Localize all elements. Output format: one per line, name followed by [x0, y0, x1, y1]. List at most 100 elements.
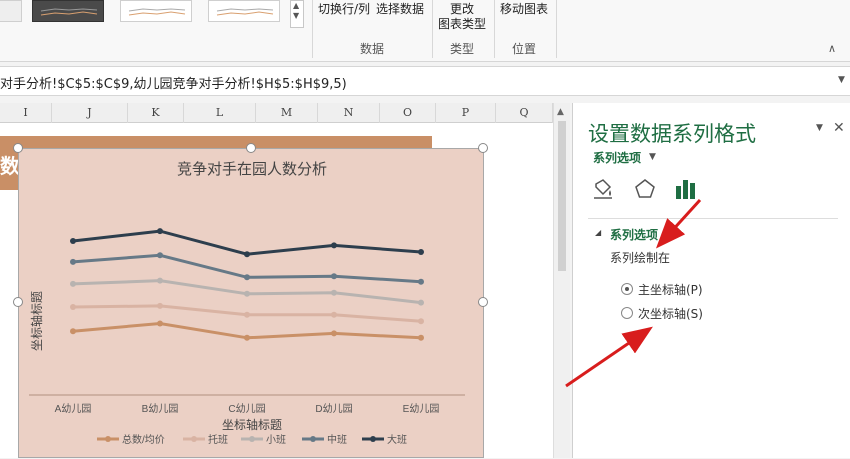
data-point[interactable] [244, 334, 250, 341]
data-point[interactable] [331, 330, 337, 337]
pane-title: 设置数据系列格式 [588, 122, 756, 146]
change-chart-type-button[interactable]: 更改 图表类型 [438, 2, 486, 32]
resize-handle[interactable] [13, 143, 23, 153]
data-point[interactable] [331, 311, 337, 318]
x-tick-label: C幼儿园 [228, 402, 265, 415]
fill-line-icon[interactable] [591, 177, 615, 201]
column-header[interactable]: L [184, 103, 256, 123]
data-point[interactable] [331, 289, 337, 296]
series-line[interactable] [72, 229, 422, 256]
secondary-axis-label[interactable]: 次坐标轴(S) [638, 305, 703, 322]
data-point[interactable] [70, 258, 76, 265]
data-point[interactable] [244, 290, 250, 297]
chevron-down-icon[interactable]: ▼ [816, 123, 823, 133]
close-icon[interactable]: ✕ [833, 120, 845, 136]
data-point[interactable] [157, 320, 163, 327]
data-group-label: 数据 [360, 42, 385, 56]
column-header[interactable]: P [436, 103, 496, 123]
x-tick-label: A幼儿园 [55, 402, 92, 415]
data-point[interactable] [418, 318, 424, 325]
chart-style-thumbnail[interactable] [120, 0, 192, 22]
resize-handle[interactable] [13, 297, 23, 307]
data-point[interactable] [244, 274, 250, 281]
y-axis-title[interactable]: 坐标轴标题 [29, 291, 44, 351]
data-point[interactable] [70, 328, 76, 335]
secondary-axis-radio[interactable] [621, 307, 633, 319]
series-options-icon[interactable] [673, 177, 697, 201]
chart-style-thumbnail[interactable] [208, 0, 280, 22]
chevron-up-icon[interactable]: ▲ [557, 107, 564, 117]
data-point[interactable] [418, 299, 424, 306]
ribbon-separator [432, 0, 433, 58]
plot-series-on-label: 系列绘制在 [610, 251, 671, 265]
resize-handle[interactable] [478, 297, 488, 307]
series-options-dropdown[interactable]: 系列选项 [593, 149, 641, 166]
x-tick-labels: A幼儿园 B幼儿园 C幼儿园 D幼儿园 E幼儿园 [55, 402, 440, 415]
data-point[interactable] [157, 302, 163, 309]
gallery-scroll-button[interactable]: ▲ ▼ [290, 0, 304, 28]
data-point[interactable] [70, 304, 76, 310]
pane-divider [588, 218, 838, 219]
column-header[interactable]: N [318, 103, 380, 123]
header-banner-text: 数 [0, 150, 18, 190]
column-header[interactable]: O [380, 103, 436, 123]
ribbon-separator [556, 0, 557, 58]
vertical-scrollbar[interactable]: ▲ [553, 103, 570, 458]
chevron-down-icon[interactable]: ▼ [649, 152, 656, 162]
x-tick-label: E幼儿园 [403, 402, 440, 415]
primary-axis-label[interactable]: 主坐标轴(P) [638, 281, 703, 298]
change-chart-type-label-line2: 图表类型 [438, 17, 487, 31]
ribbon: ▲ ▼ 切换行/列 选择数据 数据 更改 图表类型 类型 移动图表 位置 ∧ [0, 0, 850, 62]
data-point[interactable] [244, 251, 250, 258]
legend-label[interactable]: 总数/均价 [122, 433, 165, 446]
format-data-series-pane: 设置数据系列格式 ▼ ✕ 系列选项 ▼ ◢ 系列选项 系列绘制在 主坐标轴(P)… [573, 103, 850, 458]
select-data-button[interactable]: 选择数据 [376, 2, 424, 17]
scrollbar-thumb[interactable] [558, 121, 566, 271]
data-point[interactable] [157, 277, 163, 284]
chevron-down-icon[interactable]: ▼ [293, 11, 299, 20]
x-axis-title[interactable]: 坐标轴标题 [222, 417, 282, 432]
data-point[interactable] [331, 242, 337, 249]
legend-label[interactable]: 中班 [327, 433, 347, 446]
data-point[interactable] [418, 334, 424, 341]
column-header[interactable]: I [0, 103, 52, 123]
switch-row-column-button[interactable]: 切换行/列 [318, 2, 370, 17]
column-header[interactable]: M [256, 103, 318, 123]
chevron-up-icon[interactable]: ▲ [293, 1, 299, 10]
formula-text[interactable]: 对手分析!$C$5:$C$9,幼儿园竞争对手分析!$H$5:$H$9,5) [0, 73, 347, 92]
effects-pentagon-icon[interactable] [633, 177, 657, 201]
chart-style-thumbnail[interactable] [32, 0, 104, 22]
series-options-section-title[interactable]: 系列选项 [610, 226, 658, 243]
chart-canvas: 竞争对手在园人数分析 坐标轴标题 A幼儿园 B幼儿园 C幼儿园 D幼儿园 E幼儿园 坐标… [29, 160, 465, 446]
move-chart-button[interactable]: 移动图表 [500, 2, 548, 17]
chart-style-thumbnail[interactable] [0, 0, 22, 22]
column-header[interactable]: J [52, 103, 128, 123]
legend-marker [105, 436, 111, 442]
chart-title[interactable]: 竞争对手在园人数分析 [177, 160, 327, 178]
legend-label[interactable]: 托班 [208, 433, 228, 446]
data-point[interactable] [418, 278, 424, 285]
chart-area[interactable]: 竞争对手在园人数分析 坐标轴标题 A幼儿园 B幼儿园 C幼儿园 D幼儿园 E幼儿园 坐标… [13, 143, 488, 458]
resize-handle[interactable] [478, 143, 488, 153]
column-header[interactable]: K [128, 103, 184, 123]
primary-axis-radio[interactable] [621, 283, 633, 295]
data-point[interactable] [331, 273, 337, 280]
plot-layer [70, 228, 424, 341]
chart-legend[interactable]: 总数/均价 托班 小班 中班 大班 [97, 433, 407, 446]
data-point[interactable] [70, 280, 76, 287]
collapse-triangle-icon[interactable]: ◢ [595, 228, 601, 237]
chevron-down-icon[interactable]: ▼ [838, 75, 845, 85]
chevron-up-icon[interactable]: ∧ [828, 42, 836, 55]
data-point[interactable] [244, 311, 250, 318]
data-point[interactable] [157, 252, 163, 259]
data-point[interactable] [70, 238, 76, 244]
resize-handle[interactable] [246, 143, 256, 153]
legend-label[interactable]: 小班 [266, 434, 286, 446]
data-point[interactable] [418, 249, 424, 255]
data-point[interactable] [157, 228, 163, 235]
column-header[interactable]: Q [496, 103, 553, 123]
legend-label[interactable]: 大班 [387, 433, 407, 446]
x-tick-label: B幼儿园 [142, 402, 179, 415]
ribbon-separator [494, 0, 495, 58]
formula-bar[interactable]: 对手分析!$C$5:$C$9,幼儿园竞争对手分析!$H$5:$H$9,5) ▼ [0, 66, 850, 96]
